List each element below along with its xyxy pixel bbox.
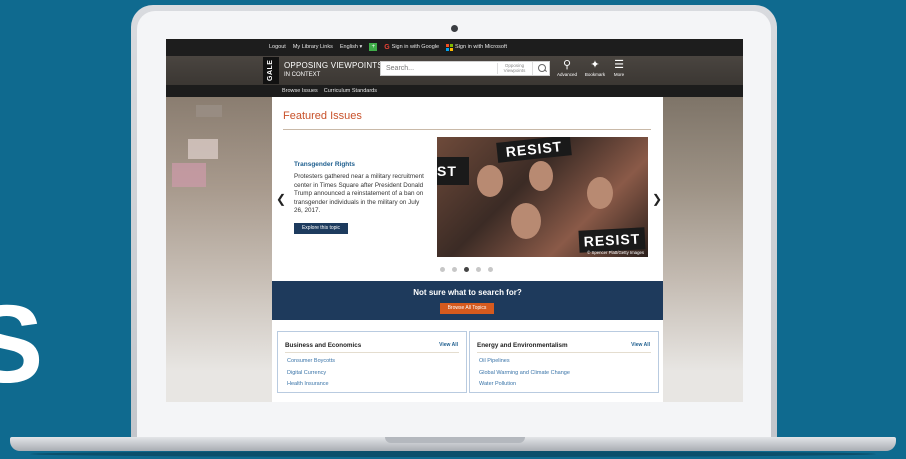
image-credit: © Spencer Platt/Getty Images (587, 250, 644, 255)
camera-icon (451, 25, 458, 32)
view-all-link[interactable]: View All (439, 342, 458, 348)
curriculum-standards-link[interactable]: Curriculum Standards (324, 88, 377, 94)
protester-face (511, 203, 541, 239)
background-letter: S (0, 283, 44, 406)
language-dropdown[interactable]: English ▾ (340, 44, 362, 50)
topic-card-energy: Energy and Environmentalism View All Oil… (469, 331, 659, 393)
protester-face (587, 177, 613, 209)
protest-sign (172, 163, 206, 187)
google-plus-button[interactable]: + (369, 43, 378, 51)
laptop-shadow (30, 451, 876, 457)
heading-divider (283, 129, 651, 130)
google-signin-link[interactable]: G Sign in with Google (384, 44, 439, 51)
browse-issues-link[interactable]: Browse Issues (282, 88, 318, 94)
search-help-banner: Not sure what to search for? Browse All … (272, 281, 663, 320)
topic-link[interactable]: Consumer Boycotts (287, 356, 335, 368)
search-box[interactable]: Search... Opposing Viewpoints (380, 61, 550, 76)
laptop-screen: Logout My Library Links English ▾ + G Si… (166, 39, 743, 402)
google-icon: G (384, 43, 390, 51)
bookmark-icon: ✦ (590, 59, 600, 71)
more-menu-button[interactable]: ☰ More (606, 59, 632, 77)
menu-icon: ☰ (614, 59, 624, 71)
carousel-dot-active[interactable] (464, 267, 469, 272)
microsoft-signin-link[interactable]: Sign in with Microsoft (446, 43, 507, 51)
advanced-search-icon: ⚲ (562, 59, 572, 71)
main-content: Featured Issues ❮ ❯ Transgender Rights P… (272, 97, 663, 402)
sub-navigation: Browse Issues Curriculum Standards (166, 85, 743, 97)
carousel-prev-arrow[interactable]: ❮ (276, 193, 286, 205)
topic-card-business: Business and Economics View All Consumer… (277, 331, 467, 393)
background-photo-right (663, 97, 743, 402)
banner-title: Not sure what to search for? (413, 288, 522, 297)
card-title: Energy and Environmentalism (477, 342, 568, 349)
carousel-next-arrow[interactable]: ❯ (652, 193, 662, 205)
card-title: Business and Economics (285, 342, 362, 349)
site-header: GALE OPPOSING VIEWPOINTS IN CONTEXT Sear… (166, 56, 743, 85)
slide-description: Protesters gathered near a military recr… (294, 173, 424, 215)
advanced-search-button[interactable]: ⚲ Advanced (554, 59, 580, 77)
resist-sign: RESIST (496, 137, 572, 163)
carousel-dots (440, 267, 493, 272)
search-input[interactable]: Search... (386, 65, 414, 72)
carousel-dot[interactable] (452, 267, 457, 272)
featured-image[interactable]: RESIST ST RESIST © Spencer Platt/Getty I… (437, 137, 648, 257)
brand-subtitle: IN CONTEXT (284, 72, 321, 78)
protest-sign (196, 105, 222, 117)
gale-logo[interactable]: GALE (263, 57, 279, 84)
protester-face (529, 161, 553, 191)
carousel-dot[interactable] (488, 267, 493, 272)
laptop-notch (385, 437, 525, 443)
card-divider (285, 352, 459, 353)
bookmark-button[interactable]: ✦ Bookmark (582, 59, 608, 77)
logout-link[interactable]: Logout (269, 44, 286, 50)
resist-sign: ST (437, 157, 469, 185)
topic-link[interactable]: Global Warming and Climate Change (479, 368, 570, 380)
search-button[interactable] (532, 62, 550, 75)
featured-issues-heading: Featured Issues (283, 110, 362, 122)
brand-title: OPPOSING VIEWPOINTS (284, 61, 383, 70)
browse-all-topics-button[interactable]: Browse All Topics (440, 303, 494, 314)
view-all-link[interactable]: View All (631, 342, 650, 348)
top-bar: Logout My Library Links English ▾ + G Si… (166, 39, 743, 56)
topic-link[interactable]: Health Insurance (287, 379, 335, 391)
microsoft-icon (446, 43, 454, 51)
card-divider (477, 352, 651, 353)
search-scope-dropdown[interactable]: Opposing Viewpoints (497, 63, 531, 74)
background-photo-left (166, 97, 272, 402)
slide-title-link[interactable]: Transgender Rights (294, 161, 355, 168)
google-plus-icon: + (369, 43, 378, 51)
protest-sign (188, 139, 218, 159)
resist-sign: RESIST (578, 227, 646, 253)
carousel-dot[interactable] (440, 267, 445, 272)
explore-topic-button[interactable]: Explore this topic (294, 223, 348, 234)
protester-face (477, 165, 503, 197)
topic-link[interactable]: Water Pollution (479, 379, 570, 391)
my-library-links-link[interactable]: My Library Links (293, 44, 333, 50)
topic-link[interactable]: Oil Pipelines (479, 356, 570, 368)
topic-link[interactable]: Digital Currency (287, 368, 335, 380)
product-brand[interactable]: OPPOSING VIEWPOINTS IN CONTEXT (284, 61, 383, 78)
carousel-dot[interactable] (476, 267, 481, 272)
